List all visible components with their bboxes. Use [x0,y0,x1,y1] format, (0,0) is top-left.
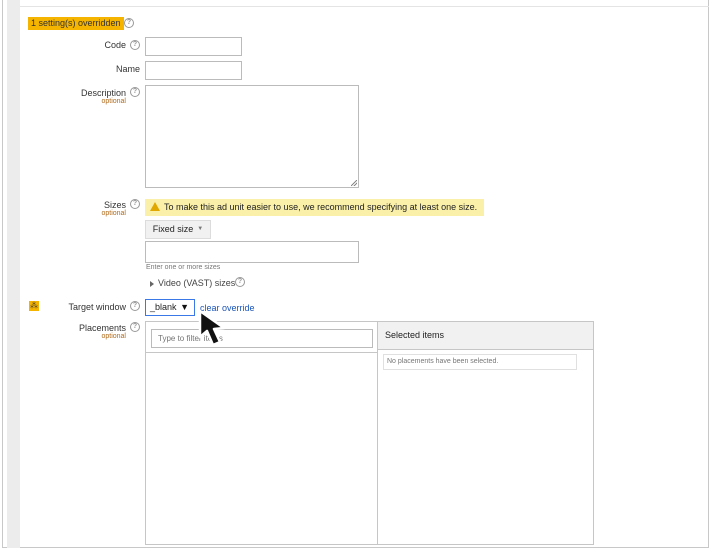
chevron-down-icon: ▼ [197,226,204,233]
sizes-input[interactable] [145,241,359,263]
warning-triangle-icon [150,202,160,212]
resize-grip-icon[interactable] [351,180,357,186]
placements-optional: optional [101,333,126,340]
overridden-settings-badge: 1 setting(s) overridden [28,17,124,30]
selected-items-pane: Selected items No placements have been s… [378,322,593,544]
target-window-select[interactable]: _blank ▼ [145,299,195,316]
sizes-hint: Enter one or more sizes [146,264,221,271]
fixed-size-label: Fixed size [152,224,194,234]
video-vast-label: Video (VAST) sizes [158,278,236,288]
name-label: Name [115,64,140,74]
placements-help-icon[interactable]: ? [130,322,140,332]
description-label: Description [80,88,126,98]
code-input[interactable] [145,37,242,56]
target-window-help-icon[interactable]: ? [130,301,140,311]
available-items-pane [146,322,378,544]
left-gutter [7,0,20,548]
sizes-label: Sizes [103,200,126,210]
expand-triangle-icon [150,280,154,287]
selected-items-header: Selected items [378,322,593,350]
video-vast-sizes-toggle[interactable]: Video (VAST) sizes [150,278,235,288]
code-help-icon[interactable]: ? [130,40,140,50]
dropdown-arrow-icon: ▼ [180,302,189,312]
placements-picker: Selected items No placements have been s… [145,321,594,545]
mouse-pointer-icon [198,309,226,347]
sizes-warning-text: To make this ad unit easier to use, we r… [164,202,478,212]
name-input[interactable] [145,61,242,80]
no-placements-message: No placements have been selected. [383,354,577,370]
vast-help-icon[interactable]: ? [235,277,245,287]
target-window-label: Target window [68,302,126,312]
help-icon[interactable]: ? [124,18,134,28]
sizes-warning: To make this ad unit easier to use, we r… [145,199,484,216]
fixed-size-dropdown-button[interactable]: Fixed size ▼ [145,220,211,239]
sizes-help-icon[interactable]: ? [130,199,140,209]
description-optional: optional [101,98,126,105]
description-textarea[interactable] [145,85,359,188]
placements-label: Placements [78,323,126,333]
filter-items-input[interactable] [151,329,373,348]
top-divider [20,6,709,7]
sizes-optional: optional [101,210,126,217]
code-label: Code [104,40,126,50]
description-help-icon[interactable]: ? [130,87,140,97]
target-window-selected-value: _blank [150,302,177,312]
pane-divider [146,352,377,353]
